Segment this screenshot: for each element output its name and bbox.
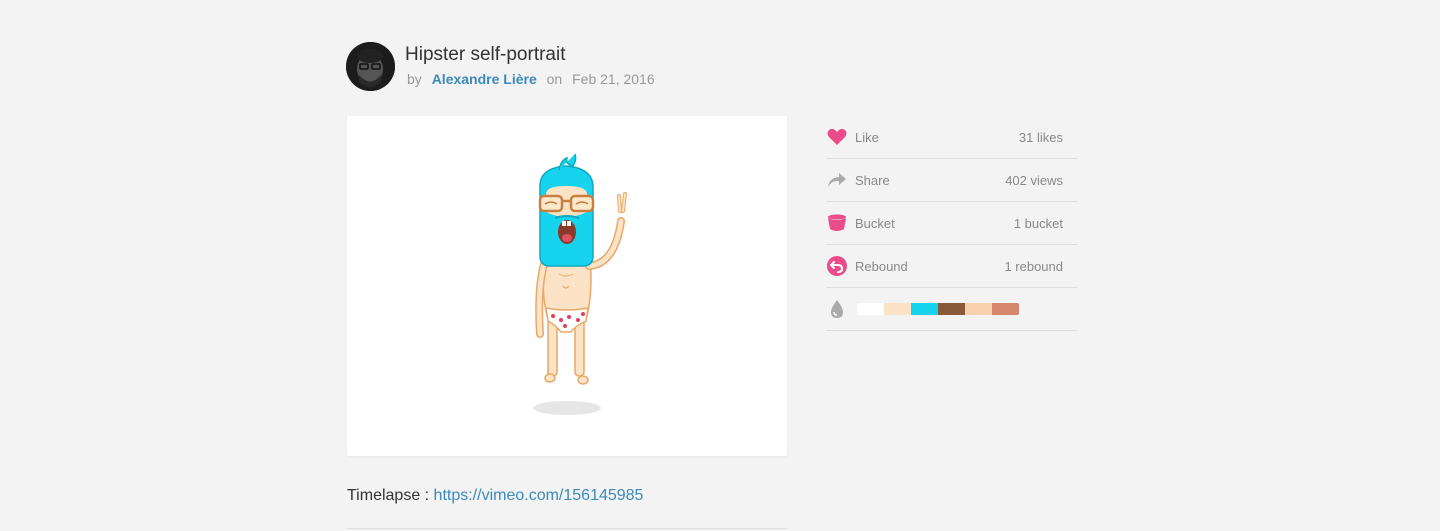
shot-date: Feb 21, 2016 bbox=[572, 71, 655, 87]
like-row[interactable]: Like 31 likes bbox=[826, 116, 1077, 159]
share-row[interactable]: Share 402 views bbox=[826, 159, 1077, 202]
color-swatch[interactable] bbox=[965, 303, 992, 315]
on-label: on bbox=[546, 71, 563, 87]
rebound-label: Rebound bbox=[855, 258, 908, 274]
color-swatch[interactable] bbox=[992, 303, 1019, 315]
shot-meta-panel: Like 31 likes Share 402 views Bucket 1 b… bbox=[826, 116, 1077, 331]
color-palette-row bbox=[826, 288, 1077, 331]
color-swatch[interactable] bbox=[857, 303, 884, 315]
avatar[interactable] bbox=[346, 42, 395, 91]
share-label: Share bbox=[855, 172, 890, 188]
heart-icon[interactable] bbox=[826, 126, 848, 148]
shot-title: Hipster self-portrait bbox=[405, 44, 566, 65]
shot-description: Timelapse : https://vimeo.com/156145985 bbox=[347, 487, 643, 505]
share-arrow-icon[interactable] bbox=[826, 169, 848, 191]
rebound-count: 1 rebound bbox=[1004, 258, 1063, 274]
by-label: by bbox=[407, 71, 422, 87]
shot-image[interactable] bbox=[347, 116, 787, 456]
color-swatch[interactable] bbox=[884, 303, 911, 315]
shot-header: Hipster self-portrait by Alexandre Lière… bbox=[346, 42, 1106, 92]
like-label: Like bbox=[855, 129, 879, 145]
color-drop-icon bbox=[826, 298, 848, 320]
bucket-count: 1 bucket bbox=[1013, 215, 1063, 231]
bucket-icon[interactable] bbox=[826, 212, 848, 234]
description-prefix: Timelapse : bbox=[347, 487, 434, 504]
bucket-row[interactable]: Bucket 1 bucket bbox=[826, 202, 1077, 245]
rebound-icon[interactable] bbox=[826, 255, 848, 277]
color-swatch[interactable] bbox=[911, 303, 938, 315]
like-count: 31 likes bbox=[1018, 129, 1063, 145]
color-palette bbox=[857, 303, 1019, 315]
bucket-label: Bucket bbox=[855, 215, 895, 231]
color-swatch[interactable] bbox=[938, 303, 965, 315]
views-count: 402 views bbox=[1005, 172, 1063, 188]
rebound-row[interactable]: Rebound 1 rebound bbox=[826, 245, 1077, 288]
byline: by Alexandre Lière on Feb 21, 2016 bbox=[407, 71, 655, 87]
author-link[interactable]: Alexandre Lière bbox=[432, 71, 537, 87]
divider bbox=[347, 528, 787, 529]
timelapse-link[interactable]: https://vimeo.com/156145985 bbox=[434, 487, 644, 504]
hipster-illustration bbox=[533, 153, 627, 415]
